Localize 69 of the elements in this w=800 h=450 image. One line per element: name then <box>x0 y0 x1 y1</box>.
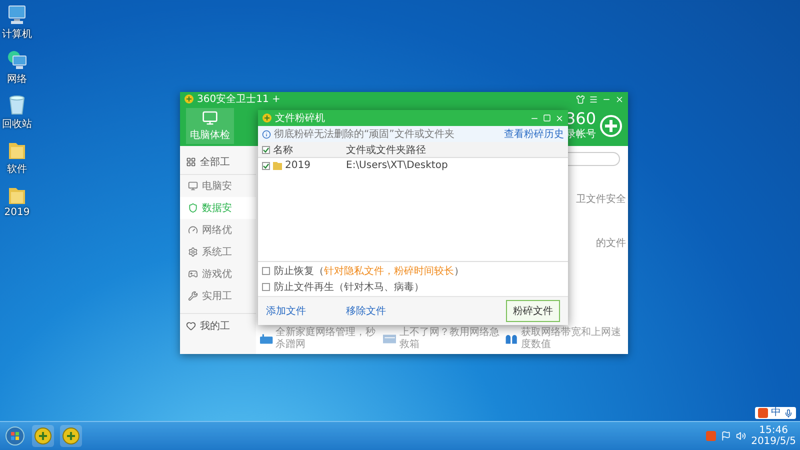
flag-icon[interactable] <box>721 431 732 441</box>
history-link[interactable]: 查看粉碎历史 <box>504 127 564 141</box>
monitor-icon <box>202 110 218 126</box>
dialog-title: 文件粉碎机 <box>275 112 325 125</box>
info-icon <box>262 130 271 138</box>
checkbox[interactable] <box>262 146 270 154</box>
desktop-icon-label[interactable]: 软件 <box>7 162 27 176</box>
plus-circle-icon[interactable] <box>600 115 622 137</box>
sidebar-item[interactable]: 网络优 <box>180 219 256 241</box>
gauge-icon <box>188 225 198 235</box>
computer-icon[interactable] <box>6 4 28 26</box>
checkbox[interactable] <box>262 283 270 291</box>
app-logo-icon[interactable] <box>34 427 52 445</box>
ime-logo-icon <box>758 408 768 418</box>
ime-mode[interactable]: 中 <box>771 407 781 419</box>
grid-icon <box>186 157 196 167</box>
clock[interactable]: 15:46 2019/5/5 <box>751 425 796 447</box>
sidebar-item[interactable]: 游戏优 <box>180 263 256 285</box>
network-icon[interactable] <box>6 49 28 71</box>
window-title: 360安全卫士11 + <box>197 92 280 106</box>
promo-text[interactable]: 全新家庭网络管理，秒杀蹭网 <box>276 327 379 351</box>
column-header[interactable]: 文件或文件夹路径 <box>346 142 564 156</box>
wrench-icon <box>188 291 198 301</box>
promo-text[interactable]: 上不了网？教用网络急救箱 <box>399 327 502 351</box>
checkbox[interactable] <box>262 267 270 275</box>
action-link[interactable]: 移除文件 <box>346 304 386 318</box>
ime-toolbar[interactable]: 中 <box>755 407 796 419</box>
card-icon <box>382 333 396 345</box>
desktop-icon-label[interactable]: 2019 <box>4 207 30 218</box>
gear-icon <box>188 247 198 257</box>
menu-icon[interactable] <box>589 94 598 104</box>
app-logo-icon[interactable] <box>62 427 80 445</box>
sidebar-heading[interactable]: 全部工 <box>200 155 230 169</box>
sidebar-item[interactable]: 系统工 <box>180 241 256 263</box>
shirt-icon[interactable] <box>576 94 585 104</box>
option-label[interactable]: 防止恢复（针对隐私文件，粉碎时间较长） <box>274 264 464 278</box>
monitor-icon <box>188 181 198 191</box>
card-description: 的文件 <box>596 236 627 250</box>
sidebar-heading[interactable]: 我的工 <box>200 319 230 333</box>
close-icon[interactable] <box>555 114 564 122</box>
promo-text[interactable]: 获取网络带宽和上网速度数值 <box>521 327 624 351</box>
folder-icon <box>273 162 282 170</box>
sidebar-item[interactable]: 数据安 <box>180 197 256 219</box>
desktop-icon-label[interactable]: 计算机 <box>2 27 32 41</box>
column-header[interactable]: 名称 <box>273 142 293 156</box>
table-cell: 2019 <box>285 160 310 171</box>
start-button[interactable] <box>5 426 25 446</box>
desktop-icon-label[interactable]: 网络 <box>7 72 27 86</box>
microphone-icon[interactable] <box>784 408 793 418</box>
app-logo-icon <box>262 113 272 123</box>
heart-icon <box>186 321 196 331</box>
logo-text: 360 <box>565 111 596 127</box>
gamepad-icon <box>188 269 198 279</box>
maximize-icon[interactable] <box>543 114 551 122</box>
table-cell-text: E:\Users\XT\Desktop <box>346 160 449 171</box>
shred-button[interactable]: 粉碎文件 <box>506 300 560 322</box>
volume-icon[interactable] <box>736 431 746 441</box>
action-link[interactable]: 添加文件 <box>266 304 306 318</box>
desktop-icon-label[interactable]: 回收站 <box>2 117 32 131</box>
router-icon <box>260 333 273 345</box>
shield-icon <box>188 203 198 213</box>
option-label[interactable]: 防止文件再生（针对木马、病毒） <box>274 280 424 294</box>
close-icon[interactable] <box>615 94 624 104</box>
sidebar-item[interactable]: 实用工 <box>180 285 256 307</box>
app-logo-icon <box>184 94 194 104</box>
card-description: 卫文件安全 <box>576 192 627 206</box>
sidebar-item[interactable]: 电脑安 <box>180 175 256 197</box>
checkbox[interactable] <box>262 162 270 170</box>
info-text: 彻底粉碎无法删除的“顽固”文件或文件夹 <box>274 128 454 141</box>
